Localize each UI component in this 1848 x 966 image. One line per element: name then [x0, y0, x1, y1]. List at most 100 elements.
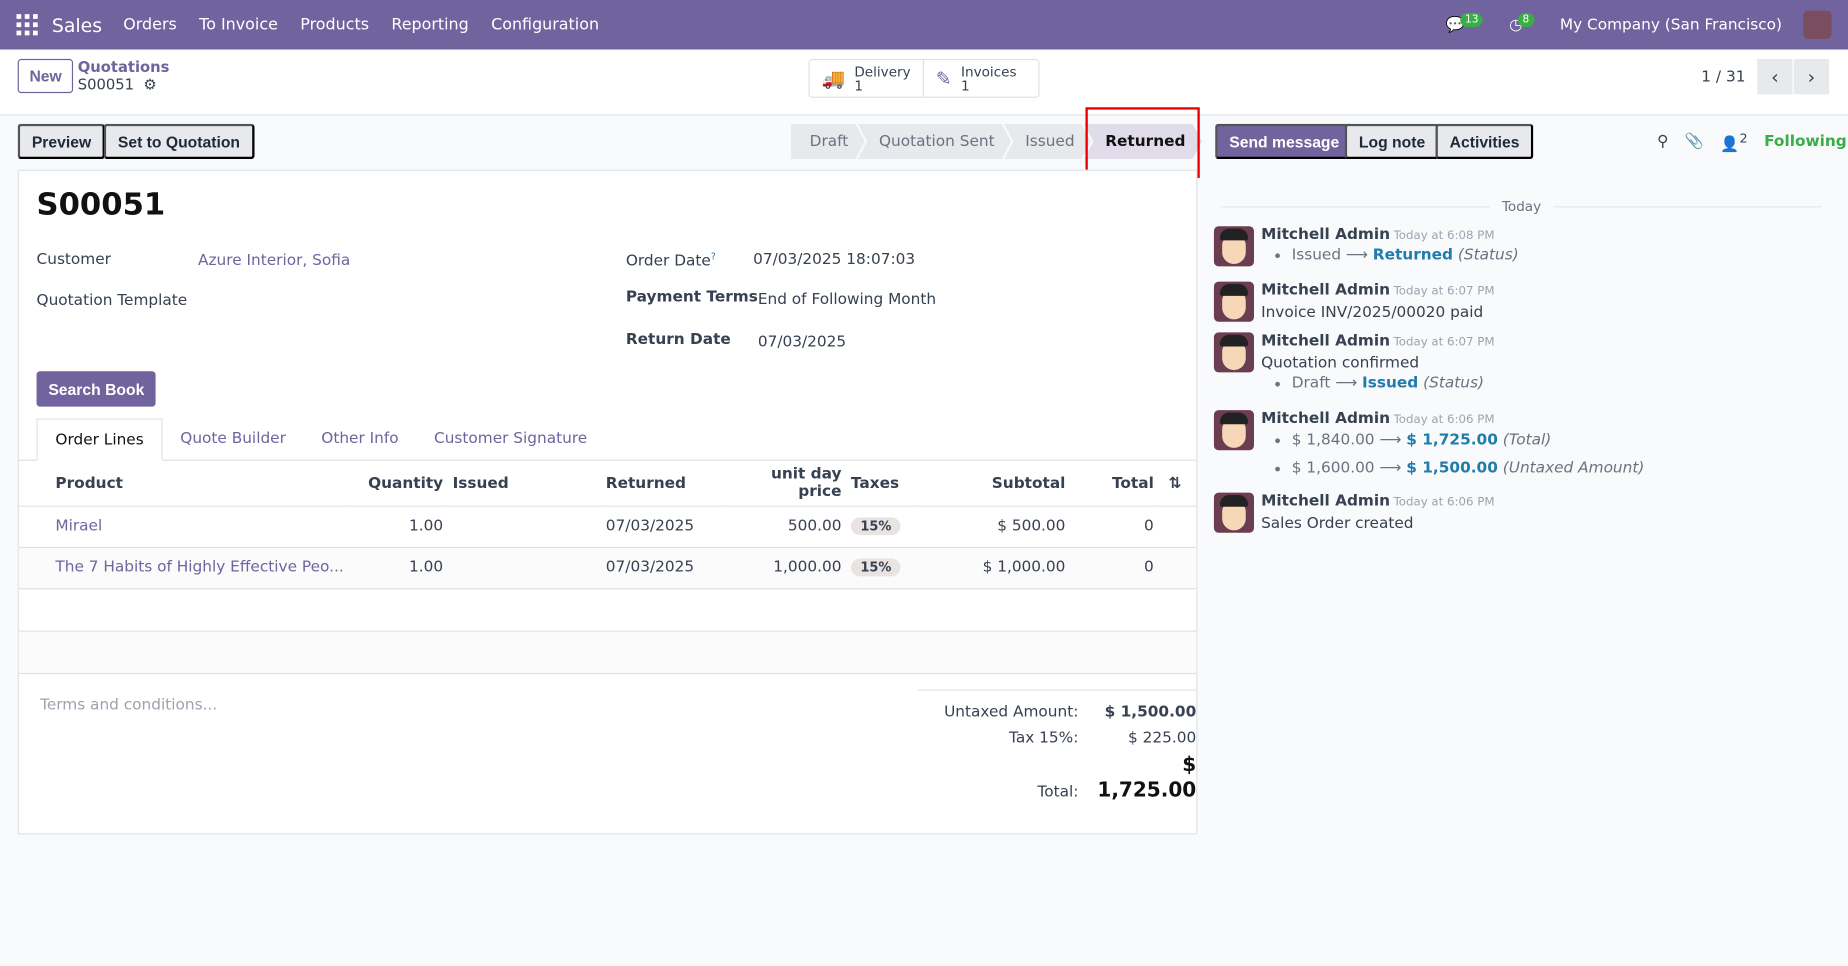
company-switcher[interactable]: My Company (San Francisco): [1560, 16, 1782, 34]
new-button[interactable]: New: [17, 58, 74, 94]
tax-tag: 15%: [850, 558, 901, 577]
messages-button[interactable]: 💬13: [1446, 12, 1488, 34]
log-note-button[interactable]: Log note: [1344, 123, 1440, 160]
price-cell[interactable]: 500.00: [724, 506, 842, 547]
author-name[interactable]: Mitchell Admin: [1261, 226, 1390, 244]
author-avatar[interactable]: [1213, 410, 1254, 451]
status-quotation-sent[interactable]: Quotation Sent: [858, 124, 1011, 159]
delivery-count: 1: [854, 77, 864, 94]
menu-reporting[interactable]: Reporting: [391, 15, 468, 34]
old-value: $ 1,840.00: [1291, 431, 1375, 450]
quantity-cell[interactable]: 1.00: [349, 506, 443, 547]
activities-button[interactable]: ◷8: [1509, 12, 1539, 34]
breadcrumb-current: S00051: [77, 75, 135, 94]
form-sheet: S00051 Customer Azure Interior, Sofia Qu…: [17, 169, 1198, 835]
tab-order-lines[interactable]: Order Lines: [36, 418, 163, 461]
day-separator: Today: [1501, 197, 1542, 215]
message-time: Today at 6:07 PM: [1393, 285, 1495, 299]
chatter-message: Mitchell Admin Today at 6:06 PM Sales Ord…: [1213, 492, 1495, 533]
col-issued[interactable]: Issued: [443, 462, 606, 506]
status-draft[interactable]: Draft: [791, 124, 865, 159]
pager-value[interactable]: 1 / 31: [1701, 68, 1745, 86]
search-book-button[interactable]: Search Book: [36, 371, 157, 407]
col-returned[interactable]: Returned: [606, 462, 724, 506]
gear-icon[interactable]: ⚙: [143, 75, 156, 93]
paperclip-icon[interactable]: 📎: [1685, 133, 1704, 151]
product-cell[interactable]: The 7 Habits of Highly Effective Peo...: [19, 547, 349, 588]
author-avatar[interactable]: [1213, 332, 1254, 373]
tab-other-info[interactable]: Other Info: [304, 418, 417, 459]
payment-terms-field[interactable]: End of Following Month: [758, 291, 936, 309]
tab-customer-signature[interactable]: Customer Signature: [416, 418, 605, 459]
breadcrumb: Quotations S00051 ⚙: [78, 58, 170, 93]
pager-previous-icon[interactable]: ‹: [1757, 58, 1793, 95]
author-name[interactable]: Mitchell Admin: [1261, 493, 1390, 511]
col-product[interactable]: Product: [19, 462, 349, 506]
set-to-quotation-button[interactable]: Set to Quotation: [103, 123, 255, 160]
issued-cell[interactable]: [443, 547, 606, 588]
status-issued[interactable]: Issued: [1004, 124, 1091, 159]
breadcrumb-quotations[interactable]: Quotations: [78, 58, 170, 76]
author-avatar[interactable]: [1213, 492, 1254, 533]
order-date-field[interactable]: 07/03/2025 18:07:03: [753, 251, 915, 269]
edit-icon: ✎: [935, 66, 952, 89]
column-settings-icon[interactable]: ⇅: [1154, 462, 1196, 506]
col-subtotal[interactable]: Subtotal: [912, 462, 1066, 506]
search-icon[interactable]: ⚲: [1657, 133, 1668, 151]
followers-button[interactable]: 👤2: [1720, 131, 1747, 154]
messages-badge: 13: [1460, 12, 1484, 27]
subtotal-cell: $ 500.00: [997, 517, 1066, 536]
product-cell[interactable]: Mirael: [19, 506, 349, 547]
message-body: Quotation confirmed: [1261, 354, 1420, 373]
menu-products[interactable]: Products: [300, 15, 369, 34]
col-total[interactable]: Total: [1065, 462, 1154, 506]
payment-terms-label: Payment Terms: [625, 288, 758, 307]
returned-cell[interactable]: 07/03/2025: [606, 547, 724, 588]
message-time: Today at 6:08 PM: [1393, 229, 1495, 243]
return-date-field[interactable]: 07/03/2025: [758, 334, 846, 352]
issued-cell[interactable]: [443, 506, 606, 547]
tab-quote-builder[interactable]: Quote Builder: [163, 418, 304, 459]
order-title: S00051: [36, 187, 166, 223]
pager-next-icon[interactable]: ›: [1793, 58, 1830, 95]
user-icon: 👤: [1720, 135, 1740, 154]
author-name[interactable]: Mitchell Admin: [1261, 332, 1390, 350]
subtotal-cell: $ 1,000.00: [982, 558, 1066, 577]
send-message-button[interactable]: Send message: [1215, 123, 1354, 160]
author-avatar[interactable]: [1213, 281, 1254, 322]
activities-button[interactable]: Activities: [1435, 123, 1534, 160]
untaxed-amount: $ 1,500.00: [1104, 703, 1197, 722]
following-button[interactable]: Following: [1764, 133, 1847, 151]
table-row[interactable]: The 7 Habits of Highly Effective Peo... …: [18, 546, 1197, 589]
truck-icon: 🚚: [821, 66, 845, 89]
app-name[interactable]: Sales: [52, 14, 102, 36]
menu-orders[interactable]: Orders: [123, 15, 177, 34]
author-avatar[interactable]: [1213, 226, 1254, 267]
message-time: Today at 6:06 PM: [1393, 413, 1495, 427]
menu-configuration[interactable]: Configuration: [491, 15, 599, 34]
user-avatar[interactable]: [1803, 10, 1832, 39]
delivery-smart-button[interactable]: 🚚 Delivery 1: [810, 60, 924, 97]
return-date-label: Return Date: [625, 331, 731, 349]
author-name[interactable]: Mitchell Admin: [1261, 410, 1390, 428]
col-unit-price[interactable]: unit day price: [724, 462, 842, 506]
quantity-cell[interactable]: 1.00: [349, 547, 443, 588]
order-date-label-text: Order Date: [625, 252, 711, 271]
price-cell[interactable]: 1,000.00: [724, 547, 841, 588]
invoices-smart-button[interactable]: ✎ Invoices 1: [924, 60, 1038, 97]
col-taxes[interactable]: Taxes: [841, 462, 912, 506]
help-icon[interactable]: ?: [711, 251, 716, 262]
order-date-label: Order Date?: [626, 251, 716, 270]
customer-field[interactable]: Azure Interior, Sofia: [198, 252, 350, 270]
preview-button[interactable]: Preview: [17, 123, 106, 160]
terms-input[interactable]: Terms and conditions...: [40, 697, 217, 715]
table-row[interactable]: Mirael 1.00 07/03/2025 500.00 15% $ 500.…: [18, 506, 1197, 547]
apps-menu-icon[interactable]: [16, 14, 38, 36]
menu-to-invoice[interactable]: To Invoice: [199, 15, 278, 34]
col-quantity[interactable]: Quantity: [349, 462, 443, 506]
returned-cell[interactable]: 07/03/2025: [606, 506, 724, 547]
message-body: Sales Order created: [1261, 515, 1414, 533]
author-name[interactable]: Mitchell Admin: [1261, 282, 1390, 300]
top-navbar: Sales Orders To Invoice Products Reporti…: [0, 0, 1848, 50]
new-value: Returned: [1372, 246, 1454, 264]
